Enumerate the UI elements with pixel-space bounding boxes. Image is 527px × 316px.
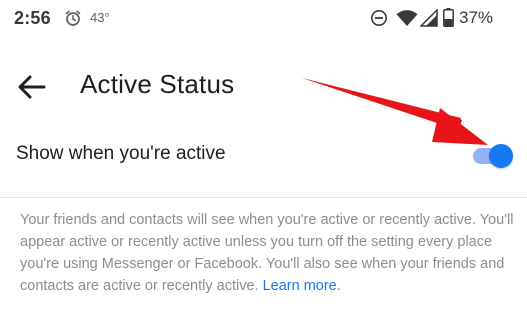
toggle-thumb <box>489 144 513 168</box>
screen: 2:56 43° 37% Active Status Show when you… <box>0 0 527 316</box>
battery-icon <box>443 8 454 27</box>
back-arrow-icon[interactable] <box>17 74 47 100</box>
setting-label: Show when you're active <box>16 143 226 164</box>
description-text: Your friends and contacts will see when … <box>20 209 515 297</box>
active-status-toggle[interactable] <box>470 142 514 168</box>
active-status-setting-row[interactable]: Show when you're active <box>0 130 527 178</box>
do-not-disturb-icon <box>371 10 387 26</box>
wifi-icon <box>396 10 418 26</box>
status-temperature: 43° <box>90 10 110 25</box>
status-time: 2:56 <box>14 8 51 28</box>
status-bar: 2:56 43° 37% <box>0 0 527 38</box>
learn-more-link[interactable]: Learn more. <box>263 278 341 294</box>
battery-percent: 37% <box>459 8 494 27</box>
cell-signal-icon <box>420 9 438 27</box>
divider <box>0 197 527 198</box>
alarm-icon <box>65 10 81 26</box>
page-title: Active Status <box>80 69 235 99</box>
